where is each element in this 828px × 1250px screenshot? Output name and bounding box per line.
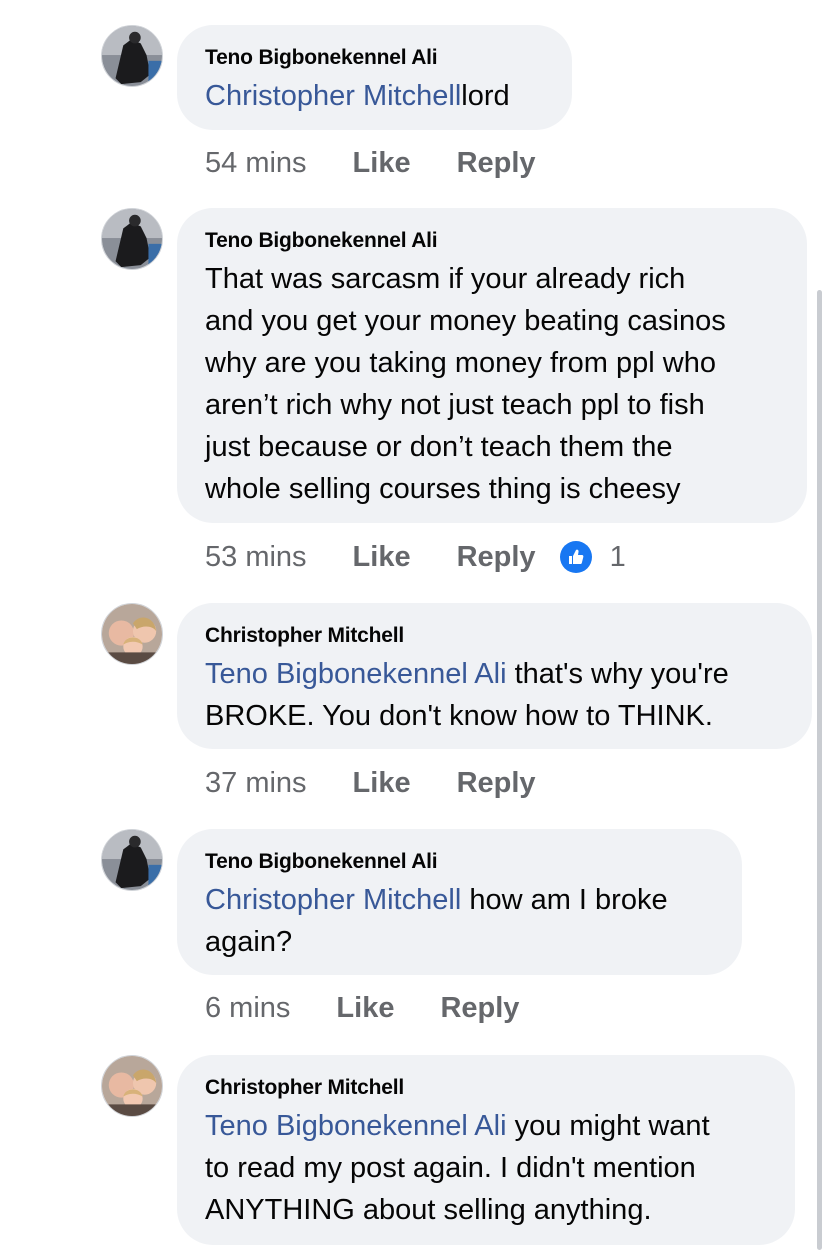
- thumbs-up-icon: [559, 541, 592, 573]
- timestamp[interactable]: 37 mins: [205, 767, 307, 800]
- reply-button[interactable]: Reply: [440, 992, 519, 1025]
- christopher-avatar[interactable]: [101, 603, 163, 665]
- reply-button[interactable]: Reply: [457, 767, 536, 800]
- timestamp[interactable]: 6 mins: [205, 992, 290, 1025]
- mention-link[interactable]: Teno Bigbonekennel Ali: [205, 658, 507, 690]
- reply-button[interactable]: Reply: [457, 147, 536, 180]
- comment-bubble: Teno Bigbonekennel Ali Christopher Mitch…: [177, 829, 742, 975]
- comment-author[interactable]: Teno Bigbonekennel Ali: [205, 228, 779, 254]
- like-button[interactable]: Like: [353, 147, 411, 180]
- comment-meta: 54 mins Like Reply: [205, 143, 582, 183]
- comment-text: Teno Bigbonekennel Ali that's why you're…: [205, 658, 729, 732]
- comment-text: That was sarcasm if your already rich an…: [205, 263, 726, 505]
- comment-text: Teno Bigbonekennel Ali you might want to…: [205, 1110, 710, 1226]
- timestamp[interactable]: 54 mins: [205, 147, 307, 180]
- reaction-summary[interactable]: 1: [559, 540, 626, 574]
- comment-bubble: Christopher Mitchell Teno Bigbonekennel …: [177, 1055, 795, 1245]
- comment-bubble: Teno Bigbonekennel Ali Christopher Mitch…: [177, 25, 572, 130]
- comment-author[interactable]: Teno Bigbonekennel Ali: [205, 45, 544, 71]
- comment-text: Christopher Mitchelllord: [205, 80, 510, 112]
- timestamp[interactable]: 53 mins: [205, 541, 307, 574]
- mention-link[interactable]: Teno Bigbonekennel Ali: [205, 1110, 507, 1142]
- reply-button[interactable]: Reply: [457, 541, 536, 574]
- comment-author[interactable]: Christopher Mitchell: [205, 1075, 767, 1101]
- mention-link[interactable]: Christopher Mitchell: [205, 884, 461, 916]
- teno-avatar[interactable]: [101, 25, 163, 87]
- teno-avatar[interactable]: [101, 208, 163, 270]
- comment-meta: 37 mins Like Reply: [205, 763, 582, 803]
- reaction-count: 1: [609, 540, 626, 573]
- comment-meta: 6 mins Like Reply: [205, 988, 565, 1028]
- comment-bubble: Teno Bigbonekennel Ali That was sarcasm …: [177, 208, 807, 523]
- christopher-avatar[interactable]: [101, 1055, 163, 1117]
- teno-avatar[interactable]: [101, 829, 163, 891]
- comment-bubble: Christopher Mitchell Teno Bigbonekennel …: [177, 603, 812, 749]
- like-button[interactable]: Like: [353, 541, 411, 574]
- comment-author[interactable]: Teno Bigbonekennel Ali: [205, 849, 714, 875]
- mention-link[interactable]: Christopher Mitchell: [205, 80, 461, 112]
- comment-meta: 53 mins Like Reply 1: [205, 537, 626, 577]
- comment-author[interactable]: Christopher Mitchell: [205, 623, 784, 649]
- like-button[interactable]: Like: [353, 767, 411, 800]
- comment-text: Christopher Mitchell how am I broke agai…: [205, 884, 668, 958]
- scrollbar[interactable]: [817, 290, 822, 1250]
- like-button[interactable]: Like: [336, 992, 394, 1025]
